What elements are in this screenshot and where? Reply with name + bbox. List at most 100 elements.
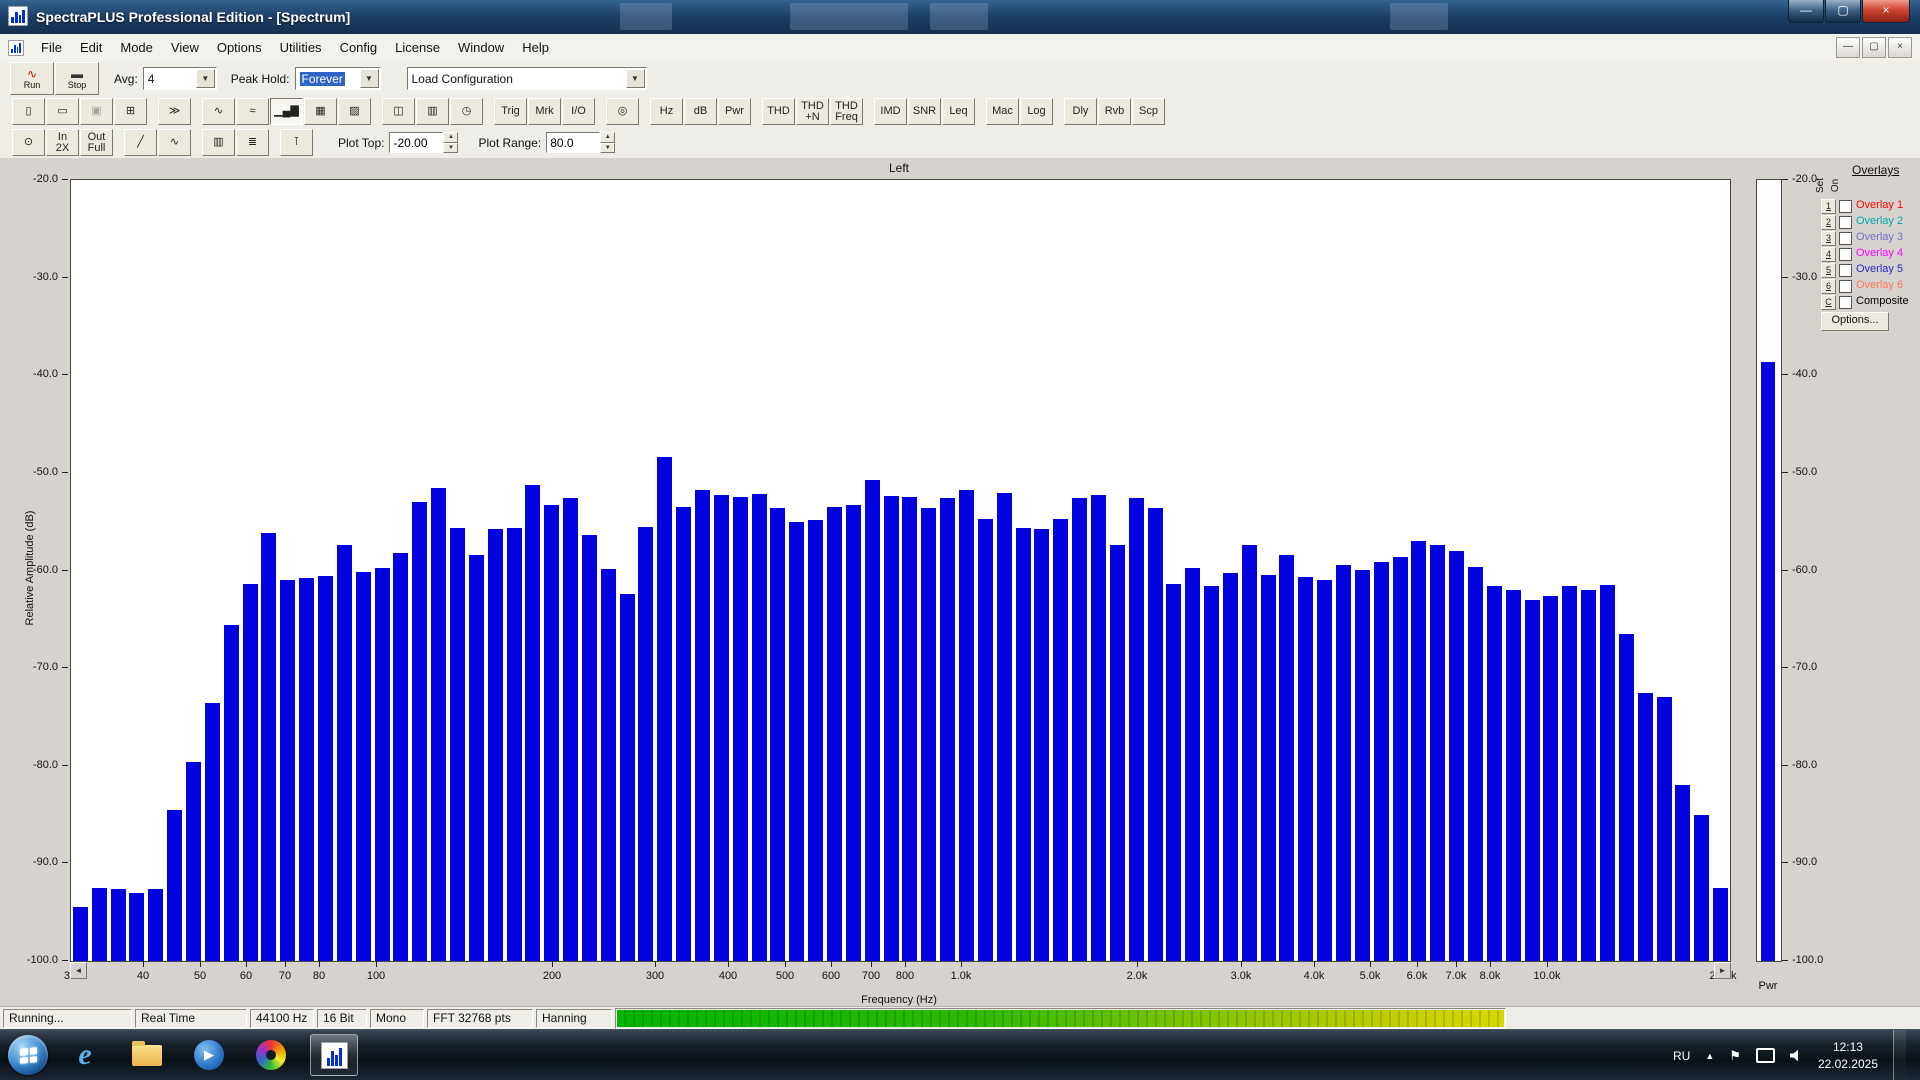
overlay-checkbox-3[interactable]	[1839, 232, 1852, 245]
spin-down-icon[interactable]: ▼	[443, 143, 458, 154]
menu-item-file[interactable]: File	[32, 36, 71, 59]
close-button[interactable]: ×	[1862, 0, 1910, 23]
menu-item-license[interactable]: License	[386, 36, 449, 59]
print-button[interactable]: ⊞	[114, 98, 147, 125]
delay-button[interactable]: Dly	[1064, 98, 1097, 125]
annotate-button[interactable]: ╱	[124, 129, 157, 156]
taskbar-ie-button[interactable]: e	[62, 1035, 108, 1075]
tray-expand-icon[interactable]: ▲	[1705, 1051, 1714, 1061]
snr-button[interactable]: SNR	[908, 98, 941, 125]
overlay-checkbox-4[interactable]	[1839, 248, 1852, 261]
overlay-set-button-2[interactable]: 2	[1821, 215, 1836, 230]
thd-freq-button[interactable]: THD Freq	[830, 98, 863, 125]
network-icon[interactable]	[1756, 1048, 1775, 1063]
overlay-checkbox-2[interactable]	[1839, 216, 1852, 229]
trigger-button[interactable]: Trig	[494, 98, 527, 125]
menu-item-mode[interactable]: Mode	[111, 36, 162, 59]
overlay-checkbox-1[interactable]	[1839, 200, 1852, 213]
menu-item-view[interactable]: View	[162, 36, 208, 59]
peak-hold-select[interactable]: Forever ▼	[295, 67, 381, 90]
maximize-button[interactable]: ▢	[1825, 0, 1861, 23]
avg-select[interactable]: 4 ▼	[143, 67, 217, 90]
hz-button[interactable]: Hz	[650, 98, 683, 125]
overlay-set-button-1[interactable]: 1	[1821, 199, 1836, 214]
new-file-button[interactable]: ▯	[12, 98, 45, 125]
surface-3d-button[interactable]: ▨	[338, 98, 371, 125]
stop-button[interactable]: ▬ Stop	[55, 62, 99, 95]
taskbar-media-player-button[interactable]: ▶	[186, 1035, 232, 1075]
taskbar-paint-button[interactable]	[248, 1035, 294, 1075]
plot-range-input[interactable]	[546, 132, 600, 153]
overlay-set-button-4[interactable]: 4	[1821, 247, 1836, 262]
overlays-options-button[interactable]: Options...	[1821, 312, 1889, 331]
marker-button[interactable]: Mrk	[528, 98, 561, 125]
action-center-icon[interactable]: ⚑	[1729, 1048, 1741, 1064]
level-meter-button[interactable]: ▥	[416, 98, 449, 125]
spectrum-view-button[interactable]: ▁▄▇	[270, 98, 303, 125]
caliper-button[interactable]: ⊺	[280, 129, 313, 156]
menu-item-options[interactable]: Options	[208, 36, 271, 59]
reverb-button[interactable]: Rvb	[1098, 98, 1131, 125]
run-button[interactable]: ∿ Run	[10, 62, 54, 95]
spin-up-icon[interactable]: ▲	[600, 132, 615, 143]
mdi-child-icon[interactable]	[8, 40, 24, 56]
thd-n-button[interactable]: THD +N	[796, 98, 829, 125]
spectrogram-button[interactable]: ▦	[304, 98, 337, 125]
plot-top-input[interactable]	[389, 132, 443, 153]
leq-button[interactable]: Leq	[942, 98, 975, 125]
pwr-tick-label: -100.0	[1792, 954, 1836, 966]
taskbar-explorer-button[interactable]	[124, 1035, 170, 1075]
imd-button[interactable]: IMD	[874, 98, 907, 125]
io-button[interactable]: I/O	[562, 98, 595, 125]
scope-button[interactable]: Scp	[1132, 98, 1165, 125]
language-indicator[interactable]: RU	[1673, 1049, 1690, 1063]
fast-forward-button[interactable]: ≫	[158, 98, 191, 125]
overlay-checkbox-5[interactable]	[1839, 264, 1852, 277]
overlay-checkbox-C[interactable]	[1839, 296, 1852, 309]
scroll-right-button[interactable]: ►	[1714, 962, 1731, 979]
menu-item-config[interactable]: Config	[331, 36, 387, 59]
chevron-down-icon[interactable]: ▼	[626, 69, 645, 88]
zoom-in-2x-button[interactable]: In 2X	[46, 129, 79, 156]
zoom-out-full-button[interactable]: Out Full	[80, 129, 113, 156]
mdi-minimize-button[interactable]: —	[1836, 37, 1860, 58]
histogram-button[interactable]: ▥	[202, 129, 235, 156]
list-button[interactable]: ≣	[236, 129, 269, 156]
smooth-button[interactable]: ∿	[158, 129, 191, 156]
macro-button[interactable]: Mac	[986, 98, 1019, 125]
dual-display-button[interactable]: ◫	[382, 98, 415, 125]
taskbar-spectraplus-button[interactable]	[310, 1034, 358, 1076]
volume-icon[interactable]	[1790, 1049, 1803, 1062]
signal-generator-button[interactable]: ◎	[606, 98, 639, 125]
minimize-button[interactable]: —	[1788, 0, 1824, 23]
menu-item-window[interactable]: Window	[449, 36, 513, 59]
thd-button[interactable]: THD	[762, 98, 795, 125]
open-file-button[interactable]: ▭	[46, 98, 79, 125]
pwr-button[interactable]: Pwr	[718, 98, 751, 125]
mdi-close-button[interactable]: ×	[1888, 37, 1912, 58]
menu-item-help[interactable]: Help	[513, 36, 558, 59]
spectrum-plot[interactable]	[70, 179, 1731, 962]
chevron-down-icon[interactable]: ▼	[360, 69, 379, 88]
spin-down-icon[interactable]: ▼	[600, 143, 615, 154]
log-button[interactable]: Log	[1020, 98, 1053, 125]
show-desktop-button[interactable]	[1893, 1030, 1906, 1080]
load-configuration-select[interactable]: Load Configuration ▼	[407, 67, 647, 90]
scroll-left-button[interactable]: ◄	[70, 962, 87, 979]
overlay-set-button-3[interactable]: 3	[1821, 231, 1836, 246]
phase-button[interactable]: ◷	[450, 98, 483, 125]
time-series-button[interactable]: ∿	[202, 98, 235, 125]
chevron-down-icon[interactable]: ▼	[196, 69, 215, 88]
menu-item-edit[interactable]: Edit	[71, 36, 111, 59]
spin-up-icon[interactable]: ▲	[443, 132, 458, 143]
waveform-button[interactable]: ≈	[236, 98, 269, 125]
overlay-checkbox-6[interactable]	[1839, 280, 1852, 293]
overlay-set-button-C[interactable]: C	[1821, 295, 1836, 310]
taskbar-clock[interactable]: 12:13 22.02.2025	[1818, 1039, 1878, 1071]
save-file-button[interactable]: ▣	[80, 98, 113, 125]
zoom-button[interactable]: ⊙	[12, 129, 45, 156]
menu-item-utilities[interactable]: Utilities	[271, 36, 331, 59]
mdi-restore-button[interactable]: ▢	[1862, 37, 1886, 58]
db-button[interactable]: dB	[684, 98, 717, 125]
start-button[interactable]	[8, 1035, 48, 1075]
